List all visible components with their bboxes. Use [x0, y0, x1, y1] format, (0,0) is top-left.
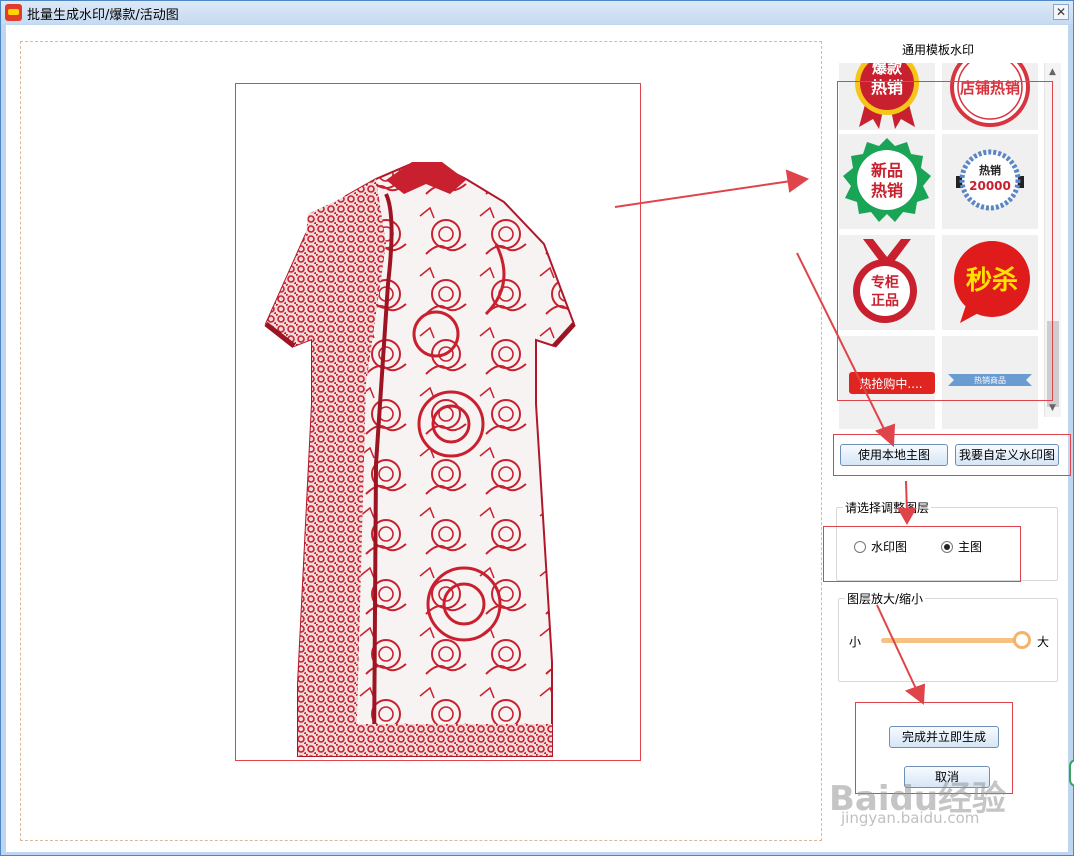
window-title: 批量生成水印/爆款/活动图 — [27, 8, 179, 23]
zoom-max-label: 大 — [1037, 635, 1050, 649]
app-window: 批量生成水印/爆款/活动图 ✕ 通用模板水印 爆款 热销 店铺热销 新品 热销 … — [0, 0, 1074, 856]
annotation-box-templates — [837, 81, 1053, 401]
annotation-box-buttons — [833, 434, 1071, 476]
zoom-slider-track[interactable] — [881, 638, 1021, 643]
layer-select-label: 请选择调整图层 — [843, 499, 932, 516]
side-green-tab — [1069, 759, 1074, 787]
title-bar: 批量生成水印/爆款/活动图 ✕ — [1, 1, 1073, 24]
baidu-watermark-url: jingyan.baidu.com — [841, 809, 980, 827]
preview-canvas[interactable] — [20, 41, 822, 841]
template-text: 爆款 — [872, 63, 903, 77]
zoom-min-label: 小 — [849, 635, 862, 649]
zoom-group: 图层放大/缩小 小 大 — [838, 590, 1058, 682]
zoom-label: 图层放大/缩小 — [845, 590, 926, 607]
scroll-down-icon[interactable]: ▼ — [1049, 403, 1056, 413]
main-image-frame[interactable] — [235, 83, 641, 761]
zoom-slider-thumb[interactable] — [1013, 631, 1031, 649]
app-icon — [5, 4, 22, 21]
template-section-title: 通用模板水印 — [902, 43, 975, 57]
scroll-up-icon[interactable]: ▲ — [1049, 67, 1056, 77]
close-button[interactable]: ✕ — [1053, 4, 1069, 20]
annotation-box-layer — [823, 526, 1021, 582]
qipao-dress-image — [264, 162, 576, 757]
